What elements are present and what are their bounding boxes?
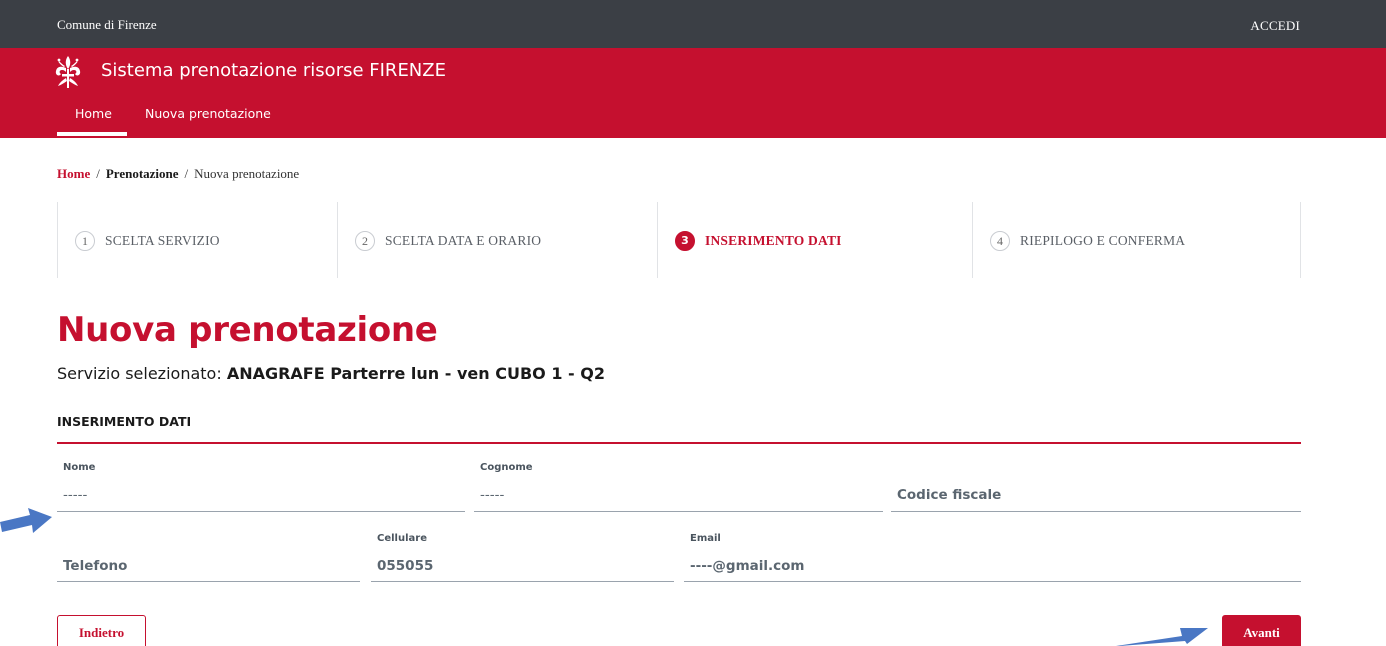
steps-end-divider <box>1300 202 1301 278</box>
selected-service: Servizio selezionato: ANAGRAFE Parterre … <box>57 364 605 383</box>
nome-label: Nome <box>63 462 96 473</box>
cognome-label: Cognome <box>480 462 533 473</box>
cognome-value[interactable]: ----- <box>480 487 504 503</box>
step-label: SCELTA SERVIZIO <box>105 233 220 248</box>
email-field[interactable]: Email ----@gmail.com <box>684 533 1301 582</box>
step-label: RIEPILOGO E CONFERMA <box>1020 233 1186 248</box>
site-header: Sistema prenotazione risorse FIRENZE Hom… <box>0 48 1386 138</box>
site-title[interactable]: Sistema prenotazione risorse FIRENZE <box>101 60 446 81</box>
codice-fiscale-field[interactable]: Codice fiscale <box>891 462 1301 512</box>
breadcrumb-current: Nuova prenotazione <box>194 166 300 181</box>
nome-field[interactable]: Nome ----- <box>57 462 465 512</box>
cellulare-label: Cellulare <box>377 533 427 544</box>
email-value[interactable]: ----@gmail.com <box>690 558 804 574</box>
breadcrumb-separator: / <box>96 166 100 181</box>
city-name[interactable]: Comune di Firenze <box>57 17 157 33</box>
cognome-field[interactable]: Cognome ----- <box>474 462 883 512</box>
step-inserimento-dati[interactable]: 3 INSERIMENTO DATI <box>657 202 972 278</box>
breadcrumb-home[interactable]: Home <box>57 166 90 181</box>
step-number: 4 <box>990 231 1010 251</box>
back-button[interactable]: Indietro <box>57 615 146 646</box>
top-bar: Comune di Firenze ACCEDI <box>0 0 1386 48</box>
selected-service-prefix: Servizio selezionato: <box>57 364 222 383</box>
nome-value[interactable]: ----- <box>63 487 87 503</box>
page-title: Nuova prenotazione <box>57 310 438 350</box>
step-number: 3 <box>675 231 695 251</box>
nav-item-nuova-prenotazione[interactable]: Nuova prenotazione <box>145 106 271 121</box>
section-divider <box>57 442 1301 444</box>
annotation-arrow-icon <box>0 508 52 533</box>
telefono-field[interactable]: Telefono <box>57 533 360 582</box>
nav-active-indicator <box>57 132 127 136</box>
login-link[interactable]: ACCEDI <box>1250 18 1300 34</box>
email-label: Email <box>690 533 721 544</box>
selected-service-value: ANAGRAFE Parterre lun - ven CUBO 1 - Q2 <box>226 364 605 383</box>
breadcrumb-prenotazione[interactable]: Prenotazione <box>106 166 179 181</box>
step-riepilogo-conferma[interactable]: 4 RIEPILOGO E CONFERMA <box>972 202 1300 278</box>
section-title: INSERIMENTO DATI <box>57 414 192 429</box>
nav-item-home[interactable]: Home <box>75 106 112 121</box>
step-label: INSERIMENTO DATI <box>705 233 842 248</box>
booking-steps: 1 SCELTA SERVIZIO 2 SCELTA DATA E ORARIO… <box>57 202 1301 278</box>
breadcrumb: Home / Prenotazione / Nuova prenotazione <box>57 166 299 182</box>
florence-lily-icon[interactable] <box>54 54 82 90</box>
breadcrumb-separator: / <box>184 166 189 181</box>
step-scelta-data-orario[interactable]: 2 SCELTA DATA E ORARIO <box>337 202 657 278</box>
cellulare-value[interactable]: 055055 <box>377 558 433 574</box>
step-scelta-servizio[interactable]: 1 SCELTA SERVIZIO <box>57 202 337 278</box>
step-number: 1 <box>75 231 95 251</box>
cellulare-field[interactable]: Cellulare 055055 <box>371 533 674 582</box>
next-button[interactable]: Avanti <box>1222 615 1301 646</box>
step-number: 2 <box>355 231 375 251</box>
annotation-arrow-icon <box>1116 628 1208 646</box>
codice-fiscale-placeholder[interactable]: Codice fiscale <box>897 487 1001 503</box>
telefono-placeholder[interactable]: Telefono <box>63 558 127 574</box>
step-label: SCELTA DATA E ORARIO <box>385 233 542 248</box>
